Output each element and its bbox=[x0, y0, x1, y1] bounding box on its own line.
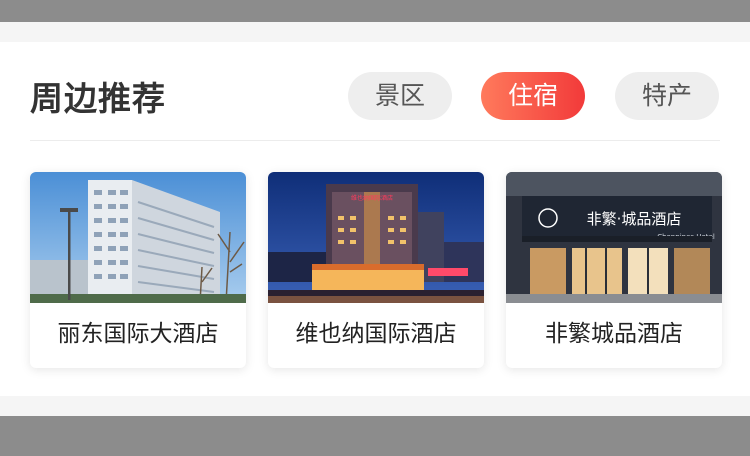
bottom-bar bbox=[0, 416, 750, 456]
section-title: 周边推荐 bbox=[30, 79, 166, 118]
hotel-card-lidong[interactable]: 丽东国际大酒店 bbox=[30, 172, 246, 368]
status-bar bbox=[0, 0, 750, 22]
hotel-name: 非繁城品酒店 bbox=[545, 321, 683, 347]
tab-hotel[interactable]: 住宿 bbox=[481, 72, 585, 120]
hotel-name: 维也纳国际酒店 bbox=[295, 321, 457, 347]
nearby-recommend-panel: 周边推荐 景区 住宿 特产 丽东国际大酒店 维也纳国际酒店 维也纳国际酒店 非繁… bbox=[0, 42, 750, 396]
hotel-card-chonpines[interactable]: 非繁·城品酒店 Chonpines Hotel 非繁城品酒店 bbox=[506, 172, 722, 368]
hotel-sign: 非繁·城品酒店 bbox=[587, 210, 682, 228]
hotel-photo bbox=[30, 172, 246, 303]
hotel-name: 丽东国际大酒店 bbox=[57, 321, 219, 347]
hotel-photo: 非繁·城品酒店 Chonpines Hotel bbox=[506, 172, 722, 303]
hotel-card-vienna[interactable]: 维也纳国际酒店 维也纳国际酒店 bbox=[268, 172, 484, 368]
divider bbox=[30, 140, 720, 141]
hotel-photo: 维也纳国际酒店 bbox=[268, 172, 484, 303]
hotel-sign: 维也纳国际酒店 bbox=[351, 194, 393, 202]
tab-produce[interactable]: 特产 bbox=[615, 72, 719, 120]
tab-scenic[interactable]: 景区 bbox=[348, 72, 452, 120]
